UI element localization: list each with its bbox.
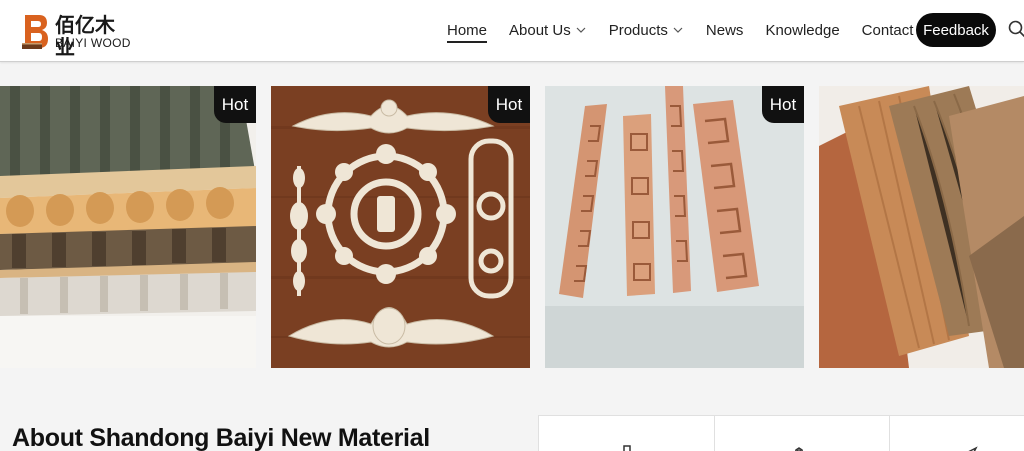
- product-card[interactable]: Hot: [0, 86, 256, 368]
- logo-english-name: BAIYI WOOD: [55, 36, 131, 50]
- about-section-title: About Shandong Baiyi New Material: [12, 424, 430, 451]
- nav-item-label: Knowledge: [765, 21, 840, 39]
- logo-link[interactable]: 佰亿木业 BAIYI WOOD: [22, 13, 134, 58]
- hot-badge: Hot: [214, 86, 256, 123]
- site-header: 佰亿木业 BAIYI WOOD Home About Us Products N…: [0, 0, 1024, 62]
- gear-icon: [795, 447, 803, 451]
- hot-badge: Hot: [762, 86, 804, 123]
- company-stats-panel: [538, 415, 1024, 451]
- main-nav: Home About Us Products News Knowledge Co…: [447, 12, 958, 48]
- nav-item-knowledge[interactable]: Knowledge: [765, 12, 839, 48]
- nav-item-about-us[interactable]: About Us: [509, 12, 587, 48]
- product-card[interactable]: Hot: [271, 86, 530, 368]
- logo-mark-icon: [22, 15, 48, 49]
- carved-wood-appliques-image: [271, 86, 530, 368]
- feedback-button[interactable]: Feedback: [916, 13, 996, 47]
- product-card[interactable]: Hot: [545, 86, 804, 368]
- search-icon[interactable]: [1008, 20, 1024, 38]
- nav-item-products[interactable]: Products: [609, 12, 684, 48]
- nav-item-label: Products: [608, 21, 668, 39]
- chevron-down-icon: [673, 27, 683, 33]
- stat-cell: [890, 416, 1024, 451]
- product-card[interactable]: [819, 86, 1024, 368]
- nav-item-label: About Us: [509, 21, 571, 39]
- carved-wood-trim-strips-image: [545, 86, 804, 368]
- building-icon: [623, 445, 631, 451]
- nav-item-news[interactable]: News: [706, 12, 744, 48]
- wood-veneer-sheets-image: [819, 86, 1024, 368]
- nav-item-label: News: [705, 21, 744, 39]
- fluted-wall-panels-image: [0, 86, 256, 368]
- nav-item-label: Home: [447, 21, 488, 39]
- send-icon: [968, 446, 978, 451]
- nav-item-home[interactable]: Home: [447, 12, 488, 48]
- hot-products-row: Hot Hot Hot: [0, 86, 1024, 368]
- hot-badge: Hot: [488, 86, 530, 123]
- chevron-down-icon: [576, 27, 586, 33]
- stat-cell: [715, 416, 890, 451]
- stat-cell: [539, 416, 715, 451]
